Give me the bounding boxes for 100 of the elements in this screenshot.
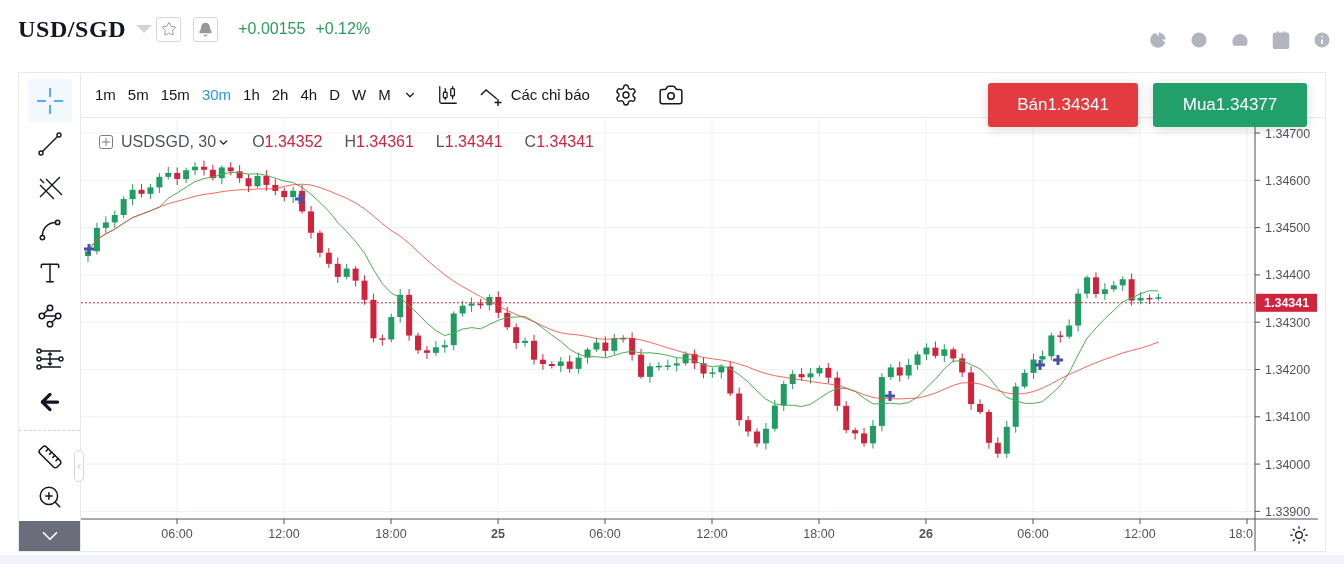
candle [352, 265, 359, 287]
pattern-icon [36, 302, 63, 329]
candle [798, 367, 805, 382]
candle [852, 427, 859, 441]
candle [209, 164, 216, 181]
candle [950, 346, 957, 363]
price-label: 1.34400 [1265, 268, 1311, 283]
candle [994, 436, 1001, 459]
signal-marker [1051, 353, 1065, 367]
settings-icon[interactable] [613, 83, 638, 107]
time-label: 06:00 [589, 527, 621, 541]
candlestick-icon[interactable] [436, 84, 459, 106]
candle [762, 422, 769, 451]
timeframe-button[interactable]: 1h [243, 83, 260, 107]
candle [1030, 353, 1037, 380]
candle [932, 341, 939, 359]
sell-button[interactable]: Bán1.34341 [988, 83, 1138, 127]
candle [334, 257, 341, 284]
time-label: 25 [491, 527, 505, 541]
candle [736, 386, 743, 427]
signal-marker [1033, 358, 1047, 372]
candle [887, 363, 894, 381]
alert-button[interactable] [193, 16, 219, 42]
candle [263, 169, 270, 192]
candle [602, 335, 609, 358]
sun-icon[interactable] [1289, 525, 1309, 545]
candle [593, 337, 600, 353]
candle [1110, 280, 1117, 293]
candle [522, 336, 529, 348]
candle [486, 293, 493, 311]
ohlc-value: 1.34341 [444, 132, 503, 152]
candle [245, 173, 252, 193]
candle [584, 347, 591, 364]
legend-symbol: USDSGD, 30 [121, 132, 217, 152]
timeframe-button[interactable]: 4h [300, 83, 318, 107]
ohlc-key: C [524, 130, 537, 154]
ohlc-key: H [344, 130, 356, 154]
percent-change: +0.12% [315, 19, 371, 39]
symbol-title: USD/SGD [18, 15, 127, 44]
candle [780, 380, 787, 412]
candle [896, 361, 903, 383]
current-price-tag: 1.34341 [1256, 293, 1317, 312]
indicators-button[interactable]: Các chỉ báo [478, 83, 590, 107]
candle [816, 365, 823, 377]
candle [102, 215, 109, 234]
candle [754, 427, 760, 448]
candle [325, 247, 332, 269]
timeframe-button[interactable]: 2h [271, 83, 289, 107]
candle [93, 222, 100, 255]
candle [611, 333, 618, 356]
ohlc-value: 1.34352 [264, 132, 323, 152]
candle [968, 365, 975, 411]
candle [254, 172, 261, 189]
candle [977, 398, 983, 415]
candle [1146, 293, 1153, 305]
candle [789, 369, 796, 390]
candle [1155, 292, 1162, 302]
candle [156, 172, 163, 194]
price-label: 1.34600 [1265, 173, 1311, 188]
candle [236, 164, 243, 184]
ohlc-key: L [435, 130, 445, 154]
collapse-legend-icon[interactable] [99, 135, 113, 149]
candle [174, 166, 181, 186]
candle [183, 167, 190, 184]
candle [477, 298, 484, 310]
timeframe-button[interactable]: 5m [127, 83, 149, 107]
candle [664, 359, 671, 371]
timeframe-button[interactable]: W [351, 83, 367, 107]
timeframe-button[interactable]: D [329, 83, 340, 107]
candle [111, 210, 118, 229]
candle [691, 349, 698, 370]
bell-icon [198, 21, 214, 37]
candle [272, 178, 279, 196]
candle [1039, 350, 1046, 365]
timeframe-button[interactable]: 15m [160, 83, 190, 107]
candle [834, 371, 841, 412]
collapse-handle[interactable] [74, 450, 84, 482]
ohlc-value: 1.34341 [536, 132, 594, 152]
time-label: 18:00 [803, 527, 835, 541]
candle [308, 205, 314, 240]
candle [1137, 291, 1144, 305]
chevron-left-icon [75, 461, 83, 471]
timeframe-button[interactable]: 1m [95, 83, 116, 107]
candle [1075, 288, 1082, 332]
candle [1128, 273, 1135, 307]
time-label: 12:00 [1124, 527, 1156, 541]
candle [807, 367, 814, 384]
candle [120, 195, 127, 219]
candle [370, 293, 377, 343]
candle [745, 415, 752, 437]
timeframe-button[interactable]: M [378, 83, 391, 107]
price-label: 1.33900 [1265, 504, 1311, 519]
candle [129, 183, 136, 206]
candle [1057, 330, 1064, 344]
candle [406, 288, 413, 342]
price-label: 1.34100 [1265, 410, 1311, 425]
candle [1066, 318, 1073, 340]
candle [85, 248, 91, 263]
candle [281, 187, 288, 202]
candle [620, 334, 627, 344]
